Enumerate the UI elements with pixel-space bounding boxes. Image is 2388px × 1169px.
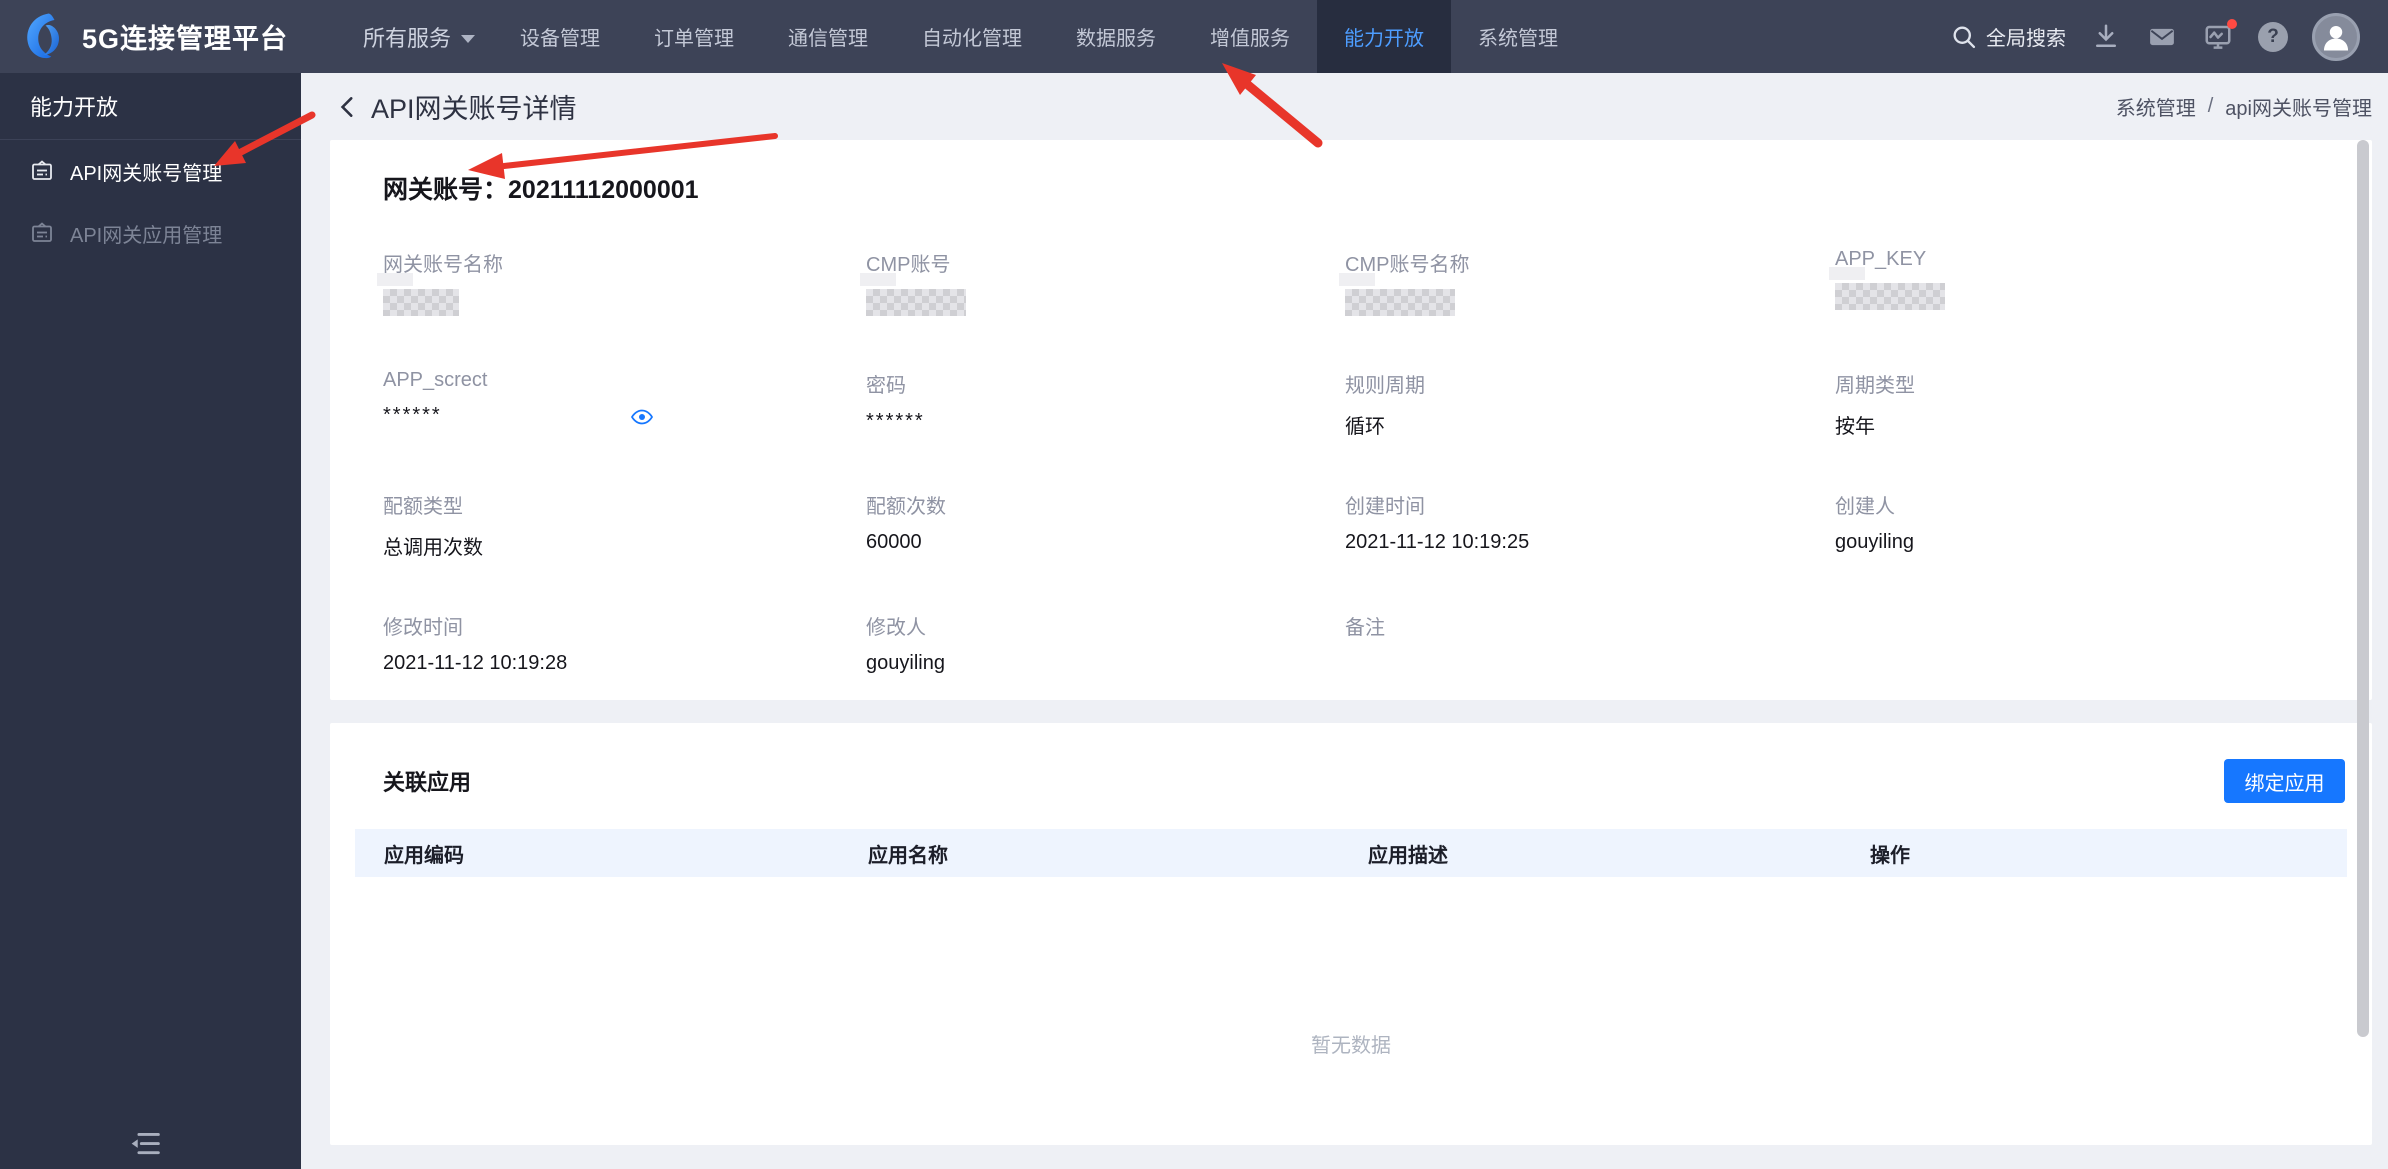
nav-item-data-service[interactable]: 数据服务 [1049, 0, 1183, 73]
notification-badge [2227, 18, 2237, 29]
bind-app-button[interactable]: 绑定应用 [2224, 759, 2345, 803]
clipboard-icon [32, 222, 52, 242]
redacted-value [1339, 273, 1455, 316]
breadcrumb-system[interactable]: 系统管理 [2116, 92, 2196, 121]
column-app-name: 应用名称 [868, 844, 948, 867]
nav-right-cluster: 全局搜索 ? [1950, 0, 2388, 73]
related-apps-title: 关联应用 [383, 770, 472, 795]
field-creator: 创建人 gouyiling [1835, 496, 1914, 553]
field-cycle-type: 周期类型 按年 [1835, 375, 1915, 438]
help-icon[interactable]: ? [2258, 21, 2288, 52]
field-app-key: APP_KEY [1829, 248, 2372, 369]
page-header: API网关账号详情 系统管理 / api网关账号管理 [301, 73, 2388, 140]
column-app-code: 应用编码 [384, 844, 464, 867]
user-icon [2323, 25, 2349, 50]
account-detail-card: 网关账号：20211112000001 网关账号名称 CMP账号 CMP账号名称… [330, 140, 2372, 700]
breadcrumb-current[interactable]: api网关账号管理 [2225, 92, 2372, 121]
avatar[interactable] [2312, 12, 2360, 61]
clipboard-icon [32, 160, 52, 180]
field-app-secret: APP_screct ****** [383, 369, 866, 490]
eye-icon[interactable] [630, 405, 654, 429]
sidebar-item-label: API网关应用管理 [70, 224, 223, 247]
field-create-time: 创建时间 2021-11-12 10:19:25 [1345, 496, 1530, 553]
gateway-account-title: 网关账号：20211112000001 [383, 176, 699, 204]
field-cmp-account-name: CMP账号名称 [1339, 248, 1835, 369]
table-header-row: 应用编码 应用名称 应用描述 操作 [355, 829, 2347, 877]
field-password: 密码 ****** [866, 375, 925, 432]
global-search[interactable]: 全局搜索 [1950, 22, 2066, 51]
field-empty [1835, 611, 2372, 732]
sidebar-item-api-gateway-app[interactable]: API网关应用管理 [0, 202, 301, 264]
search-icon [1953, 26, 1976, 48]
field-cmp-account: CMP账号 [860, 248, 1345, 369]
sidebar: 能力开放 API网关账号管理 API网关应用管理 [0, 73, 301, 1169]
nav-menu: 所有服务 设备管理 订单管理 通信管理 自动化管理 数据服务 增值服务 能力开放… [336, 0, 1585, 73]
monitor-icon[interactable] [2202, 18, 2237, 53]
empty-state-text: 暂无数据 [1311, 1035, 1391, 1057]
field-quota-type: 配额类型 总调用次数 [383, 496, 483, 559]
field-quota-count: 配额次数 60000 [866, 496, 946, 553]
top-navbar: 5G连接管理平台 所有服务 设备管理 订单管理 通信管理 自动化管理 数据服务 … [0, 0, 2388, 73]
mail-icon[interactable] [2146, 21, 2178, 53]
column-actions: 操作 [1870, 844, 1910, 867]
redacted-value [1829, 267, 1945, 310]
breadcrumb-separator: / [2207, 95, 2214, 117]
sidebar-item-api-gateway-account[interactable]: API网关账号管理 [0, 140, 301, 202]
back-button[interactable] [335, 94, 361, 120]
chevron-down-icon [461, 34, 476, 43]
nav-item-system[interactable]: 系统管理 [1451, 0, 1585, 73]
related-apps-card: 关联应用 绑定应用 应用编码 应用名称 应用描述 操作 暂无数据 [330, 723, 2372, 1145]
detail-grid: 网关账号名称 CMP账号 CMP账号名称 APP_KEY APP_screct … [377, 248, 2372, 732]
download-icon[interactable] [2090, 21, 2122, 53]
global-search-label: 全局搜索 [1986, 28, 2066, 50]
field-rule-cycle: 规则周期 循环 [1345, 375, 1425, 438]
brand: 5G连接管理平台 [0, 0, 288, 73]
column-app-description: 应用描述 [1368, 844, 1448, 867]
vertical-scrollbar-thumb[interactable] [2357, 140, 2369, 1037]
chevron-left-icon [340, 96, 353, 117]
nav-item-device[interactable]: 设备管理 [493, 0, 627, 73]
nav-item-all-services[interactable]: 所有服务 [336, 0, 493, 73]
field-remark: 备注 [1345, 617, 1385, 639]
page-title: API网关账号详情 [371, 94, 577, 124]
field-gateway-account-name: 网关账号名称 [377, 248, 866, 369]
redacted-value [377, 273, 459, 316]
sidebar-header: 能力开放 [0, 73, 301, 140]
breadcrumb: 系统管理 / api网关账号管理 [2116, 92, 2372, 121]
app-title: 5G连接管理平台 [82, 24, 289, 54]
nav-item-value-added[interactable]: 增值服务 [1183, 0, 1317, 73]
sidebar-item-label: API网关账号管理 [70, 162, 223, 185]
nav-item-communication[interactable]: 通信管理 [761, 0, 895, 73]
nav-item-automation[interactable]: 自动化管理 [895, 0, 1049, 73]
gateway-account-number: 20211112000001 [508, 176, 699, 204]
field-modifier: 修改人 gouyiling [866, 617, 945, 674]
field-modify-time: 修改时间 2021-11-12 10:19:28 [383, 617, 568, 674]
sidebar-collapse-icon[interactable] [128, 1129, 162, 1159]
brand-logo-icon [27, 12, 60, 58]
related-apps-table: 应用编码 应用名称 应用描述 操作 暂无数据 [355, 829, 2347, 1058]
redacted-value [860, 273, 966, 316]
nav-item-capability-open[interactable]: 能力开放 [1317, 0, 1452, 73]
nav-item-order[interactable]: 订单管理 [627, 0, 761, 73]
